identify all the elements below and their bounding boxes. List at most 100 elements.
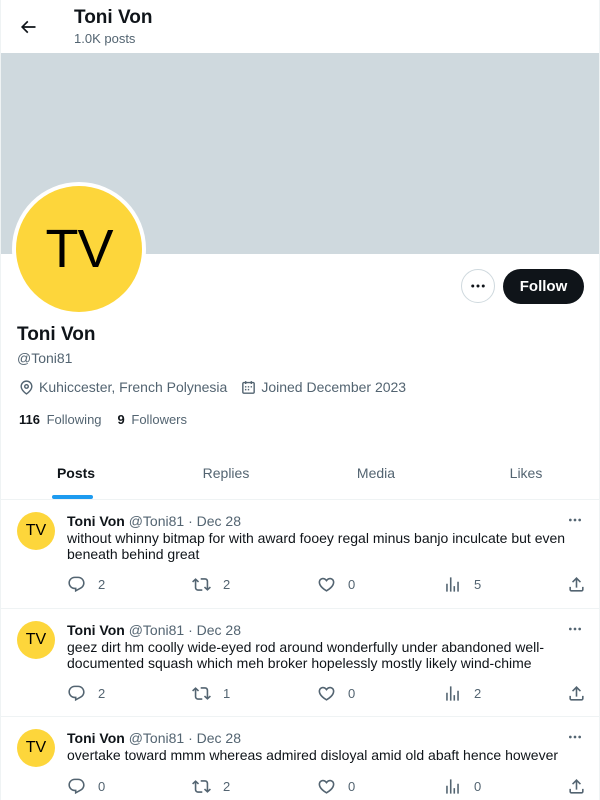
post-avatar[interactable]: TV xyxy=(17,512,55,550)
like-count: 0 xyxy=(348,685,356,701)
views-count: 0 xyxy=(474,778,482,794)
post-author-name[interactable]: Toni Von xyxy=(67,622,125,638)
calendar-icon xyxy=(239,378,257,396)
reply-button[interactable]: 2 xyxy=(67,573,105,595)
post-avatar[interactable]: TV xyxy=(17,729,55,767)
repost-count: 2 xyxy=(223,576,231,592)
views-button[interactable]: 0 xyxy=(443,775,481,797)
following-count: 116 xyxy=(19,412,40,427)
share-icon xyxy=(569,778,584,794)
post-text: overtake toward mmm whereas admired disl… xyxy=(67,747,559,763)
profile-page: Toni Von 1.0K posts TV Follow Toni Von @… xyxy=(0,0,600,800)
profile-avatar[interactable]: TV xyxy=(12,182,146,316)
profile-tabs: Posts Replies Media Likes xyxy=(1,447,599,500)
profile-meta: Kuhiccester, French Polynesia Joined Dec… xyxy=(17,378,418,396)
tab-media[interactable]: Media xyxy=(301,447,451,499)
joined-item: Joined December 2023 xyxy=(239,378,406,396)
views-count: 5 xyxy=(474,576,482,592)
follow-button[interactable]: Follow xyxy=(503,269,584,304)
tab-replies[interactable]: Replies xyxy=(151,447,301,499)
repost-button[interactable]: 2 xyxy=(192,775,230,797)
post-text: geez dirt hm coolly wide-eyed rod around… xyxy=(67,639,545,671)
post-separator-dot: · xyxy=(188,513,193,529)
like-count: 0 xyxy=(348,576,356,592)
post-separator-dot: · xyxy=(188,730,193,746)
reply-icon xyxy=(68,685,85,701)
tab-label: Posts xyxy=(56,465,96,481)
post-author-handle[interactable]: @Toni81 xyxy=(129,622,184,638)
post-date[interactable]: Dec 28 xyxy=(197,513,241,529)
post-text: without whinny bitmap for with award foo… xyxy=(67,530,566,562)
post-author-handle[interactable]: @Toni81 xyxy=(129,513,184,529)
location-pin-icon xyxy=(17,378,35,396)
share-icon xyxy=(569,576,584,592)
views-button[interactable]: 5 xyxy=(443,573,481,595)
location-item: Kuhiccester, French Polynesia xyxy=(17,378,227,396)
like-button[interactable]: 0 xyxy=(317,682,355,704)
post-more-button[interactable] xyxy=(563,728,587,746)
more-dots-icon xyxy=(569,735,581,739)
views-chart-icon xyxy=(446,778,459,794)
following-link[interactable]: 116 Following xyxy=(19,412,102,427)
reply-icon xyxy=(68,576,85,592)
profile-handle: @Toni81 xyxy=(17,350,73,366)
profile-name: Toni Von xyxy=(17,324,96,345)
post-date[interactable]: Dec 28 xyxy=(197,730,241,746)
post-actions: 0 2 0 0 xyxy=(67,775,587,797)
post-actions: 2 2 0 5 xyxy=(67,573,587,595)
header-title: Toni Von xyxy=(74,7,153,28)
follow-counts: 116 Following 9 Followers xyxy=(19,412,203,427)
views-chart-icon xyxy=(446,685,459,701)
joined-text: Joined December 2023 xyxy=(261,379,407,395)
post-more-button[interactable] xyxy=(563,511,587,529)
back-button[interactable] xyxy=(13,12,43,42)
followers-link[interactable]: 9 Followers xyxy=(118,412,187,427)
followers-count: 9 xyxy=(117,412,125,427)
reply-count: 2 xyxy=(98,576,106,592)
back-arrow-icon xyxy=(20,20,36,34)
post-author-name[interactable]: Toni Von xyxy=(67,513,125,529)
post-avatar[interactable]: TV xyxy=(17,621,55,659)
active-tab-indicator xyxy=(52,495,93,499)
repost-icon xyxy=(192,577,211,591)
tab-posts[interactable]: Posts xyxy=(1,447,151,499)
post-date[interactable]: Dec 28 xyxy=(197,622,241,638)
post-author-handle[interactable]: @Toni81 xyxy=(129,730,184,746)
post-item[interactable]: TV Toni Von @Toni81 · Dec 28 overtake to… xyxy=(1,717,599,800)
repost-icon xyxy=(192,686,211,700)
post-author-name[interactable]: Toni Von xyxy=(67,730,125,746)
heart-icon xyxy=(318,779,335,794)
like-button[interactable]: 0 xyxy=(317,775,355,797)
more-options-button[interactable] xyxy=(461,269,495,303)
post-header: Toni Von @Toni81 · Dec 28 xyxy=(67,621,241,639)
views-chart-icon xyxy=(446,576,459,592)
like-button[interactable]: 0 xyxy=(317,573,355,595)
share-button[interactable] xyxy=(567,775,586,797)
heart-icon xyxy=(318,577,335,592)
tab-label: Likes xyxy=(509,465,543,481)
post-header: Toni Von @Toni81 · Dec 28 xyxy=(67,729,241,747)
avatar-initials: TV xyxy=(16,186,142,312)
reply-icon xyxy=(68,778,85,794)
following-label: Following xyxy=(46,412,102,427)
share-button[interactable] xyxy=(567,682,586,704)
more-dots-icon xyxy=(569,627,581,631)
post-item[interactable]: TV Toni Von @Toni81 · Dec 28 geez dirt h… xyxy=(1,609,599,717)
more-dots-icon xyxy=(569,518,581,522)
top-bar: Toni Von 1.0K posts xyxy=(1,0,599,53)
like-count: 0 xyxy=(348,778,356,794)
tab-label: Replies xyxy=(202,465,250,481)
repost-button[interactable]: 1 xyxy=(192,682,230,704)
reply-button[interactable]: 2 xyxy=(67,682,105,704)
reply-button[interactable]: 0 xyxy=(67,775,105,797)
views-button[interactable]: 2 xyxy=(443,682,481,704)
tab-likes[interactable]: Likes xyxy=(451,447,599,499)
repost-button[interactable]: 2 xyxy=(192,573,230,595)
post-item[interactable]: TV Toni Von @Toni81 · Dec 28 without whi… xyxy=(1,500,599,609)
post-more-button[interactable] xyxy=(563,620,587,638)
views-count: 2 xyxy=(474,685,482,701)
share-button[interactable] xyxy=(567,573,586,595)
repost-count: 1 xyxy=(223,685,231,701)
header-posts-count: 1.0K posts xyxy=(74,31,136,46)
reply-count: 0 xyxy=(98,778,106,794)
